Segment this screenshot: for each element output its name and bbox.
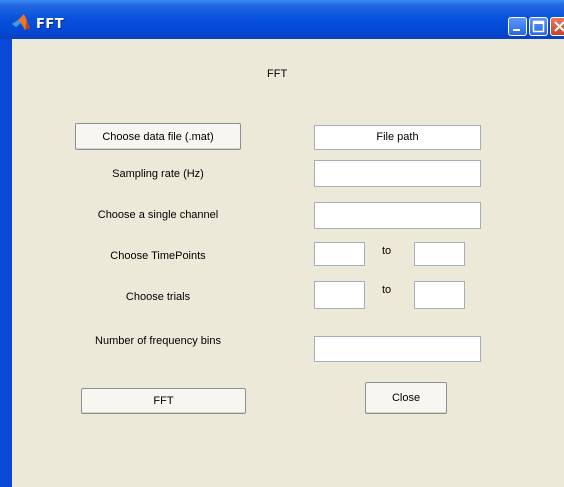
single-channel-label: Choose a single channel bbox=[97, 209, 219, 221]
close-icon bbox=[554, 21, 564, 32]
trial-to-field[interactable] bbox=[414, 281, 465, 309]
time-to-field[interactable] bbox=[414, 242, 465, 266]
freq-bins-label: Number of frequency bins bbox=[95, 335, 221, 347]
minimize-icon bbox=[513, 29, 520, 31]
trial-to-label: to bbox=[382, 284, 392, 296]
fft-button[interactable]: FFT bbox=[81, 388, 246, 414]
minimize-button[interactable] bbox=[508, 17, 527, 36]
window-left-border bbox=[0, 39, 12, 487]
client-area: FFT Choose data file (.mat) File path Sa… bbox=[12, 39, 564, 487]
time-to-label: to bbox=[382, 245, 392, 257]
close-button[interactable]: Close bbox=[365, 382, 447, 414]
heading-label: FFT bbox=[267, 68, 288, 80]
title-bar[interactable]: FFT bbox=[0, 0, 564, 39]
file-path-field[interactable]: File path bbox=[314, 125, 481, 150]
timepoints-label: Choose TimePoints bbox=[110, 250, 206, 262]
channel-field[interactable] bbox=[314, 202, 481, 229]
sampling-rate-label: Sampling rate (Hz) bbox=[112, 168, 204, 180]
maximize-icon bbox=[532, 20, 545, 33]
maximize-button[interactable] bbox=[529, 17, 548, 36]
trial-from-field[interactable] bbox=[314, 281, 365, 309]
choose-data-file-button[interactable]: Choose data file (.mat) bbox=[75, 123, 241, 150]
trials-label: Choose trials bbox=[125, 291, 191, 303]
time-from-field[interactable] bbox=[314, 242, 365, 266]
freq-bins-field[interactable] bbox=[314, 336, 481, 362]
sampling-rate-field[interactable] bbox=[314, 160, 481, 187]
window-title: FFT bbox=[36, 17, 65, 32]
close-window-button[interactable] bbox=[550, 17, 564, 36]
matlab-logo-icon bbox=[12, 14, 30, 30]
fft-window: FFT FFT Choose data file (.mat) File pat… bbox=[0, 0, 564, 487]
